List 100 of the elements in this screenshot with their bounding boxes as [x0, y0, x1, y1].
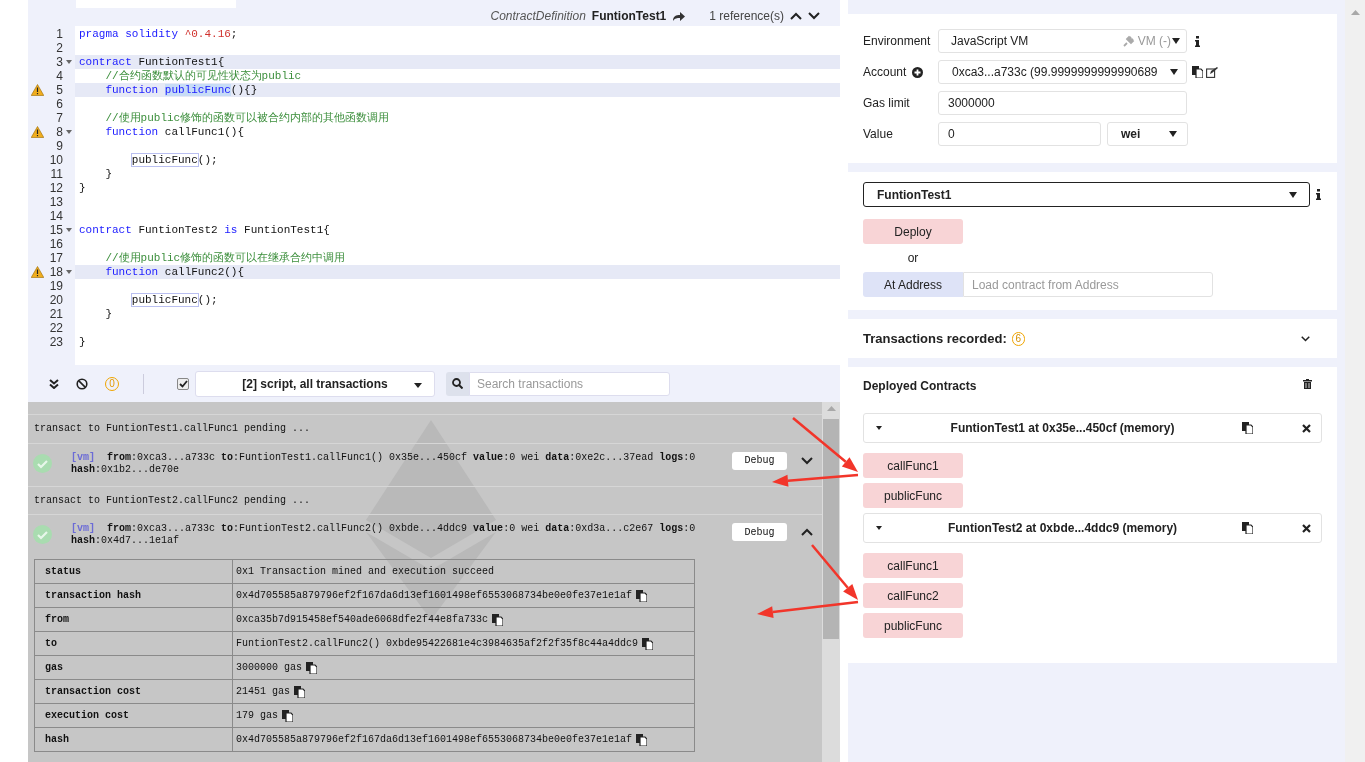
- dropdown-caret-icon: [1172, 38, 1180, 44]
- gas-limit-field[interactable]: 3000000: [938, 91, 1187, 115]
- code-line: function callFunc1(){: [104, 126, 245, 138]
- or-label: or: [907, 250, 919, 267]
- copy-icon[interactable]: [1192, 66, 1203, 78]
- reference-count: 1 reference(s): [709, 8, 784, 25]
- listen-checkbox[interactable]: [177, 377, 189, 390]
- table-cell-text: 0x4d705585a879796ef2f167da6d13ef1601498ef6553068734be0e0fe37e1e1af: [236, 733, 633, 747]
- address-field[interactable]: Load contract from Address: [963, 272, 1213, 297]
- line-number: 9: [55, 138, 63, 155]
- fold-caret-icon[interactable]: [66, 60, 72, 64]
- deploy-button[interactable]: Deploy: [863, 219, 963, 244]
- table-cell: from: [34, 607, 233, 632]
- copy-icon[interactable]: [642, 637, 654, 650]
- contract-instance-header[interactable]: FuntionTest1 at 0x35e...450cf (memory): [863, 413, 1322, 443]
- function-button[interactable]: callFunc2: [863, 583, 963, 608]
- line-number: 14: [48, 208, 63, 225]
- copy-icon[interactable]: [492, 613, 504, 626]
- caret-icon[interactable]: [875, 424, 883, 432]
- function-button[interactable]: publicFunc: [863, 613, 963, 638]
- function-button[interactable]: callFunc1: [863, 453, 963, 478]
- table-cell-text: 0x1 Transaction mined and execution succeed: [236, 565, 495, 579]
- code-line: }: [79, 336, 86, 348]
- table-cell-text: FuntionTest2.callFunc2() 0xbde95422681e4c3984635af2f2f35f8c44a4ddc9: [236, 637, 639, 651]
- table-cell: hash: [34, 727, 233, 752]
- copy-icon[interactable]: [294, 685, 305, 698]
- close-icon[interactable]: [1302, 423, 1311, 433]
- next-chevron-icon[interactable]: [808, 12, 820, 20]
- table-cell: execution cost: [34, 703, 233, 728]
- code-line: contract FuntionTest2 is FuntionTest1{: [79, 224, 330, 236]
- function-button[interactable]: publicFunc: [863, 483, 963, 508]
- environment-dropdown[interactable]: JavaScript VM VM (-): [938, 29, 1187, 53]
- line-number: 3: [55, 54, 63, 71]
- copy-icon[interactable]: [636, 589, 648, 602]
- collapse-chevrons-icon[interactable]: [49, 378, 59, 389]
- trash-icon[interactable]: [1303, 379, 1312, 389]
- table-cell-text: 3000000 gas: [236, 661, 302, 675]
- debug-button[interactable]: Debug: [732, 523, 787, 541]
- dropdown-caret-icon: [1289, 191, 1297, 198]
- code-line: //使用public修饰的函数可以在继承合约中调用: [104, 252, 346, 264]
- copy-icon[interactable]: [306, 661, 317, 674]
- edit-icon[interactable]: [1206, 66, 1218, 78]
- line-number: 1: [55, 26, 63, 43]
- copy-icon[interactable]: [1242, 422, 1253, 434]
- line-number: 7: [55, 110, 63, 127]
- copy-icon[interactable]: [1242, 522, 1253, 534]
- line-number: 8: [55, 124, 63, 141]
- line-number: 20: [48, 292, 63, 309]
- add-account-icon[interactable]: [912, 66, 924, 78]
- code-line: publicFunc();: [130, 294, 218, 306]
- search-icon: [452, 378, 463, 389]
- table-cell-text: 179 gas: [236, 709, 278, 723]
- fold-caret-icon[interactable]: [66, 228, 72, 232]
- section-title: Transactions recorded:: [863, 329, 1007, 348]
- code-line: function callFunc2(){: [104, 266, 245, 278]
- search-field[interactable]: Search transactions: [469, 371, 670, 396]
- previous-chevron-icon[interactable]: [790, 12, 802, 20]
- account-dropdown[interactable]: 0xca3...a733c (99.9999999999990689: [938, 60, 1187, 84]
- fold-caret-icon[interactable]: [66, 130, 72, 134]
- line-number: 6: [55, 96, 63, 113]
- line-number: 16: [48, 236, 63, 253]
- value-field[interactable]: 0: [938, 122, 1101, 146]
- fold-caret-icon[interactable]: [66, 270, 72, 274]
- contract-instance-header[interactable]: FuntionTest2 at 0xbde...4ddc9 (memory): [863, 513, 1322, 543]
- field-label: Value: [863, 126, 893, 143]
- scrollbar[interactable]: [822, 402, 840, 762]
- function-button[interactable]: callFunc1: [863, 553, 963, 578]
- success-check-icon: [33, 453, 52, 473]
- field-label: Gas limit: [863, 95, 910, 112]
- line-number: 21: [48, 306, 63, 323]
- copy-icon[interactable]: [636, 733, 648, 746]
- filter-dropdown[interactable]: [2] script, all transactions: [195, 370, 435, 397]
- line-number: 10: [48, 152, 63, 169]
- expand-chevron-icon[interactable]: [801, 456, 813, 465]
- code-line: }: [104, 308, 112, 320]
- clear-icon[interactable]: [76, 377, 88, 390]
- line-number: 13: [48, 194, 63, 211]
- table-cell-text: 21451 gas: [236, 685, 290, 699]
- expand-chevron-icon[interactable]: [1301, 334, 1310, 343]
- code-line: }: [79, 182, 86, 194]
- collapse-chevron-icon[interactable]: [801, 528, 813, 536]
- copy-icon[interactable]: [282, 709, 293, 722]
- table-cell: status: [34, 559, 233, 584]
- line-number: 4: [55, 68, 63, 85]
- code-line: publicFunc();: [130, 154, 218, 166]
- dropdown-caret-icon: [1169, 131, 1177, 137]
- dropdown-caret-icon: [414, 382, 422, 388]
- share-arrow-icon[interactable]: [672, 10, 686, 22]
- field-label: Account: [863, 64, 907, 81]
- contract-dropdown[interactable]: FuntionTest1: [863, 182, 1310, 207]
- info-icon[interactable]: [1316, 189, 1321, 200]
- info-icon[interactable]: [1195, 35, 1200, 47]
- search-button[interactable]: [446, 371, 469, 396]
- debug-button[interactable]: Debug: [732, 451, 787, 470]
- transaction-summary: [vm] from:0xca3...a733c to:FuntionTest2.callFunc2() 0xbde...4ddc9 value:0 wei data:0xd3a...c2e67 logs:0 hash:0x4d7...1e1af: [71, 523, 697, 547]
- unit-dropdown[interactable]: wei: [1107, 122, 1188, 146]
- caret-icon[interactable]: [875, 524, 883, 532]
- close-icon[interactable]: [1302, 523, 1311, 533]
- table-cell: transaction hash: [34, 583, 233, 608]
- at-address-button[interactable]: At Address: [863, 272, 963, 297]
